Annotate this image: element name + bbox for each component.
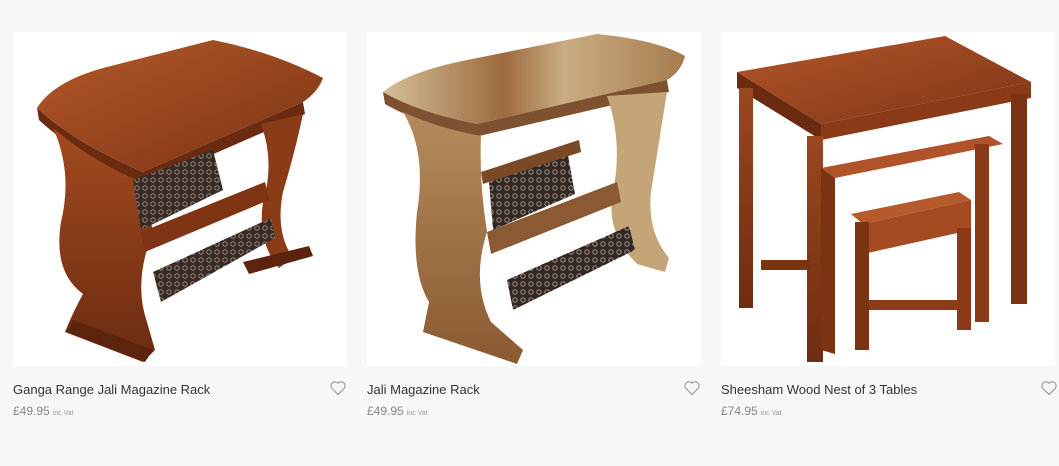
product-image-ganga-magazine-rack[interactable] bbox=[13, 32, 347, 366]
product-price: £74.95 bbox=[721, 404, 758, 418]
product-name-link[interactable]: Ganga Range Jali Magazine Rack bbox=[13, 382, 347, 398]
price-row: £49.95 inc Vat bbox=[13, 404, 347, 421]
product-info: Sheesham Wood Nest of 3 Tables £74.95 inc… bbox=[721, 366, 1058, 421]
product-price: £49.95 bbox=[367, 404, 404, 418]
product-image-jali-magazine-rack[interactable] bbox=[367, 32, 701, 366]
product-card: Sheesham Wood Nest of 3 Tables £74.95 inc… bbox=[721, 32, 1058, 421]
product-info: Ganga Range Jali Magazine Rack £49.95 inc… bbox=[13, 366, 347, 421]
price-row: £74.95 inc Vat bbox=[721, 404, 1055, 421]
product-name-link[interactable]: Sheesham Wood Nest of 3 Tables bbox=[721, 382, 1055, 398]
vat-note: inc Vat bbox=[760, 410, 782, 417]
dark-wood-magazine-rack-illustration bbox=[37, 40, 323, 362]
product-info: Jali Magazine Rack £49.95 inc Vat bbox=[367, 366, 701, 421]
nest-of-tables-illustration bbox=[737, 36, 1031, 362]
product-card: Jali Magazine Rack £49.95 inc Vat bbox=[367, 32, 701, 421]
product-name-link[interactable]: Jali Magazine Rack bbox=[367, 382, 701, 398]
wishlist-heart-icon[interactable] bbox=[683, 380, 701, 396]
wishlist-heart-icon[interactable] bbox=[1040, 380, 1058, 396]
vat-note: inc Vat bbox=[52, 410, 74, 417]
natural-wood-magazine-rack-illustration bbox=[383, 34, 685, 364]
product-card: Ganga Range Jali Magazine Rack £49.95 inc… bbox=[13, 32, 347, 421]
vat-note: inc Vat bbox=[406, 410, 428, 417]
product-image-nest-of-tables[interactable] bbox=[721, 32, 1055, 366]
price-row: £49.95 inc Vat bbox=[367, 404, 701, 421]
wishlist-heart-icon[interactable] bbox=[329, 380, 347, 396]
product-price: £49.95 bbox=[13, 404, 50, 418]
